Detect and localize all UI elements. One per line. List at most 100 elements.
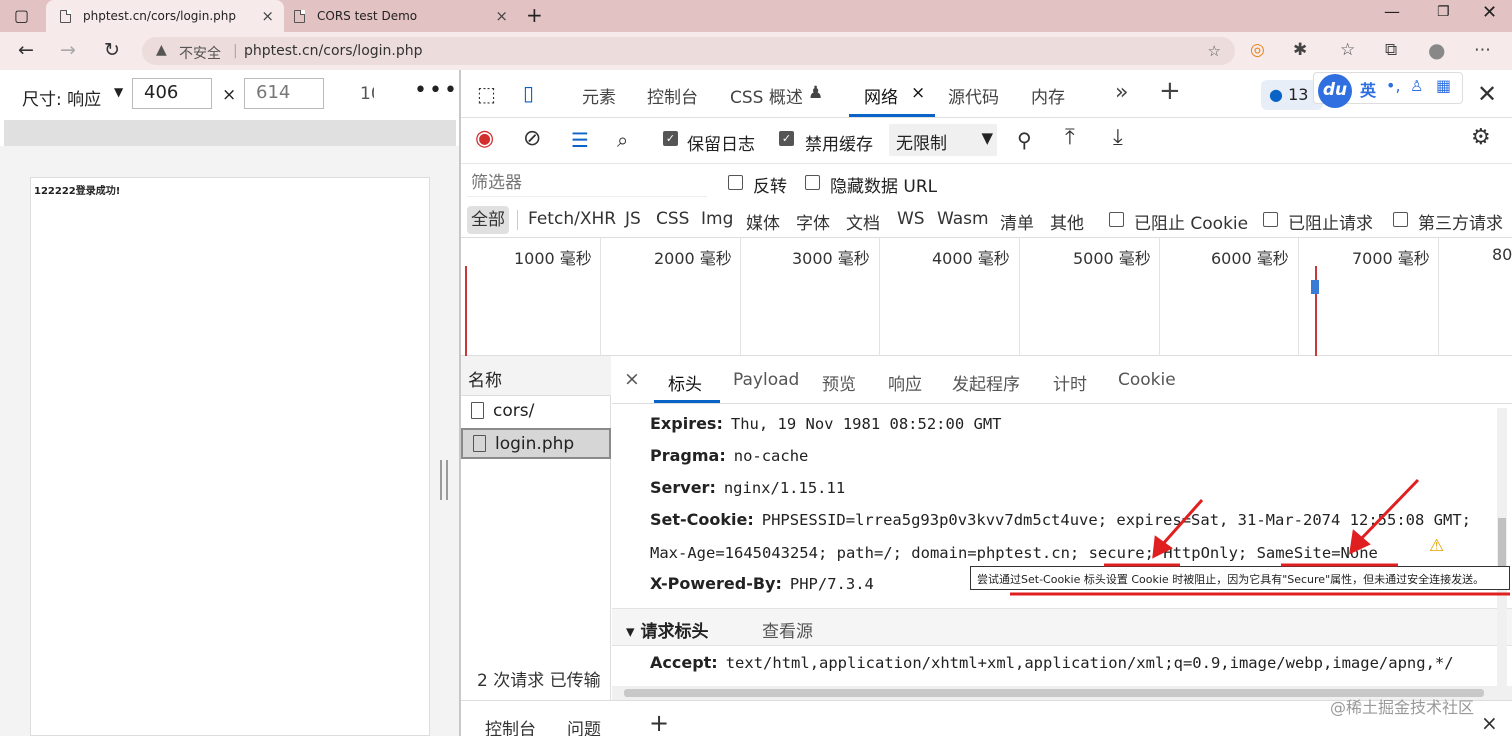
tab-preview[interactable]: 预览	[822, 370, 856, 395]
disable-cache-checkbox[interactable]: ✓	[779, 131, 794, 146]
blocked-requests-checkbox[interactable]	[1263, 212, 1278, 227]
ime-user-icon[interactable]: ♙	[1410, 77, 1423, 95]
import-har-icon[interactable]: ⤒	[1065, 125, 1075, 150]
type-wasm[interactable]: Wasm	[937, 209, 989, 229]
address-bar[interactable]: ▲ 不安全 | phptest.cn/cors/login.php ☆	[142, 37, 1235, 65]
tab-headers[interactable]: 标头	[668, 370, 702, 395]
name-column-header[interactable]: 名称	[461, 356, 611, 396]
tab-payload[interactable]: Payload	[733, 370, 799, 390]
settings-more-icon[interactable]: ⋯	[1474, 40, 1491, 60]
record-icon[interactable]: ◉	[475, 126, 494, 151]
drawer-tab-issues[interactable]: 问题	[567, 715, 601, 736]
invert-label[interactable]: 反转	[753, 172, 787, 197]
third-party-label[interactable]: 第三方请求	[1418, 209, 1503, 234]
hide-data-urls-checkbox[interactable]	[805, 175, 820, 190]
reload-icon[interactable]: ↻	[104, 39, 120, 61]
preserve-log-label[interactable]: 保留日志	[687, 130, 755, 155]
close-devtools-icon[interactable]: ✕	[1477, 80, 1497, 108]
blocked-cookies-label[interactable]: 已阻止 Cookie	[1134, 209, 1248, 234]
type-other[interactable]: 其他	[1050, 209, 1084, 234]
type-doc[interactable]: 文档	[846, 209, 880, 234]
forward-icon[interactable]: →	[60, 39, 76, 61]
tab-cookies[interactable]: Cookie	[1118, 370, 1176, 390]
tab-network[interactable]: 网络	[864, 83, 898, 108]
favorite-star-icon[interactable]: ☆	[1208, 42, 1221, 60]
collections-icon[interactable]: ⧉	[1385, 40, 1397, 60]
third-party-checkbox[interactable]	[1393, 212, 1408, 227]
view-source-link[interactable]: 查看源	[762, 617, 813, 642]
tab-elements[interactable]: 元素	[582, 83, 616, 108]
extensions-puzzle-icon[interactable]: ✱	[1293, 40, 1307, 60]
ime-punctuation[interactable]: •,	[1386, 76, 1401, 95]
network-settings-gear-icon[interactable]: ⚙	[1471, 125, 1491, 150]
new-tab-icon[interactable]: +	[526, 3, 543, 27]
type-manifest[interactable]: 清单	[1000, 209, 1034, 234]
baidu-ime-logo[interactable]: du	[1318, 74, 1352, 108]
network-timeline[interactable]: 1000 毫秒 2000 毫秒 3000 毫秒 4000 毫秒 5000 毫秒 …	[461, 238, 1512, 356]
window-close-icon[interactable]: ✕	[1482, 2, 1497, 23]
blocked-cookies-checkbox[interactable]	[1109, 212, 1124, 227]
ime-toolbar[interactable]: du 英 •, ♙ ▦	[1313, 72, 1463, 108]
type-css[interactable]: CSS	[656, 209, 689, 229]
vertical-scrollbar[interactable]	[1497, 408, 1507, 688]
close-detail-icon[interactable]: ×	[624, 368, 640, 390]
tab-initiator[interactable]: 发起程序	[952, 370, 1020, 395]
request-row-cors[interactable]: cors/	[461, 397, 611, 428]
type-img[interactable]: Img	[701, 209, 733, 229]
tab-memory[interactable]: 内存	[1031, 83, 1065, 108]
dimensions-label[interactable]: 尺寸: 响应	[22, 85, 101, 110]
invert-checkbox[interactable]	[728, 175, 743, 190]
width-input[interactable]: 406	[132, 78, 212, 109]
close-tab-icon[interactable]: ×	[495, 7, 508, 25]
clear-icon[interactable]: ⊘	[523, 126, 541, 151]
insecure-label[interactable]: 不安全	[179, 43, 221, 63]
ime-language[interactable]: 英	[1360, 77, 1376, 101]
dimensions-dropdown-icon[interactable]: ▼	[114, 85, 123, 99]
tab-sources[interactable]: 源代码	[948, 83, 999, 108]
filter-input[interactable]	[467, 169, 707, 197]
maximize-icon[interactable]: ❐	[1437, 4, 1450, 20]
tab-actions-icon[interactable]: ▢	[14, 6, 29, 25]
tab-css-overview[interactable]: CSS 概述	[730, 83, 803, 108]
ime-grid-icon[interactable]: ▦	[1436, 76, 1451, 95]
extension-orange-icon[interactable]: ◎	[1250, 40, 1265, 60]
tab-console[interactable]: 控制台	[647, 83, 698, 108]
request-headers-section[interactable]: ▾ 请求标头 查看源	[612, 608, 1512, 646]
throttling-select[interactable]: 无限制 ▼	[889, 124, 997, 156]
profile-avatar-icon[interactable]: ●	[1428, 38, 1445, 62]
drawer-close-icon[interactable]: ×	[1481, 711, 1498, 735]
close-network-tab-icon[interactable]: ×	[911, 83, 925, 103]
type-js[interactable]: JS	[625, 209, 641, 229]
close-tab-icon[interactable]: ×	[261, 7, 274, 25]
hide-data-urls-label[interactable]: 隐藏数据 URL	[830, 172, 937, 197]
cookie-warning-icon[interactable]: ⚠	[1429, 536, 1444, 556]
type-all[interactable]: 全部	[467, 206, 509, 234]
blocked-requests-label[interactable]: 已阻止请求	[1288, 209, 1373, 234]
tab-timing[interactable]: 计时	[1053, 370, 1087, 395]
browser-tab-login[interactable]: phptest.cn/cors/login.php ×	[46, 0, 284, 32]
tab-response[interactable]: 响应	[888, 370, 922, 395]
filter-icon[interactable]: ☰	[571, 128, 589, 152]
inspect-icon[interactable]: ⬚	[477, 82, 496, 106]
favorites-icon[interactable]: ☆	[1340, 40, 1355, 60]
resize-handle[interactable]	[440, 460, 448, 500]
browser-tab-cors[interactable]: CORS test Demo ×	[286, 0, 518, 32]
zoom-value[interactable]: 10	[360, 84, 374, 104]
preserve-log-checkbox[interactable]: ✓	[663, 131, 678, 146]
request-row-login[interactable]: login.php	[461, 428, 611, 459]
type-font[interactable]: 字体	[796, 209, 830, 234]
warning-icon[interactable]: ▲	[156, 42, 167, 58]
search-icon[interactable]: ⌕	[617, 128, 628, 152]
height-input[interactable]: 614	[244, 78, 324, 109]
drawer-tab-console[interactable]: 控制台	[485, 715, 536, 736]
url-text[interactable]: phptest.cn/cors/login.php	[244, 43, 423, 59]
type-fetch-xhr[interactable]: Fetch/XHR	[528, 209, 616, 229]
device-more-icon[interactable]: •••	[414, 78, 459, 103]
more-tabs-icon[interactable]: »	[1115, 80, 1128, 105]
minimize-icon[interactable]: —	[1384, 2, 1400, 21]
add-tab-icon[interactable]: +	[1159, 76, 1181, 106]
type-ws[interactable]: WS	[897, 209, 925, 229]
drawer-add-icon[interactable]: +	[649, 709, 669, 736]
disable-cache-label[interactable]: 禁用缓存	[805, 130, 873, 155]
export-har-icon[interactable]: ⤓	[1113, 125, 1123, 150]
